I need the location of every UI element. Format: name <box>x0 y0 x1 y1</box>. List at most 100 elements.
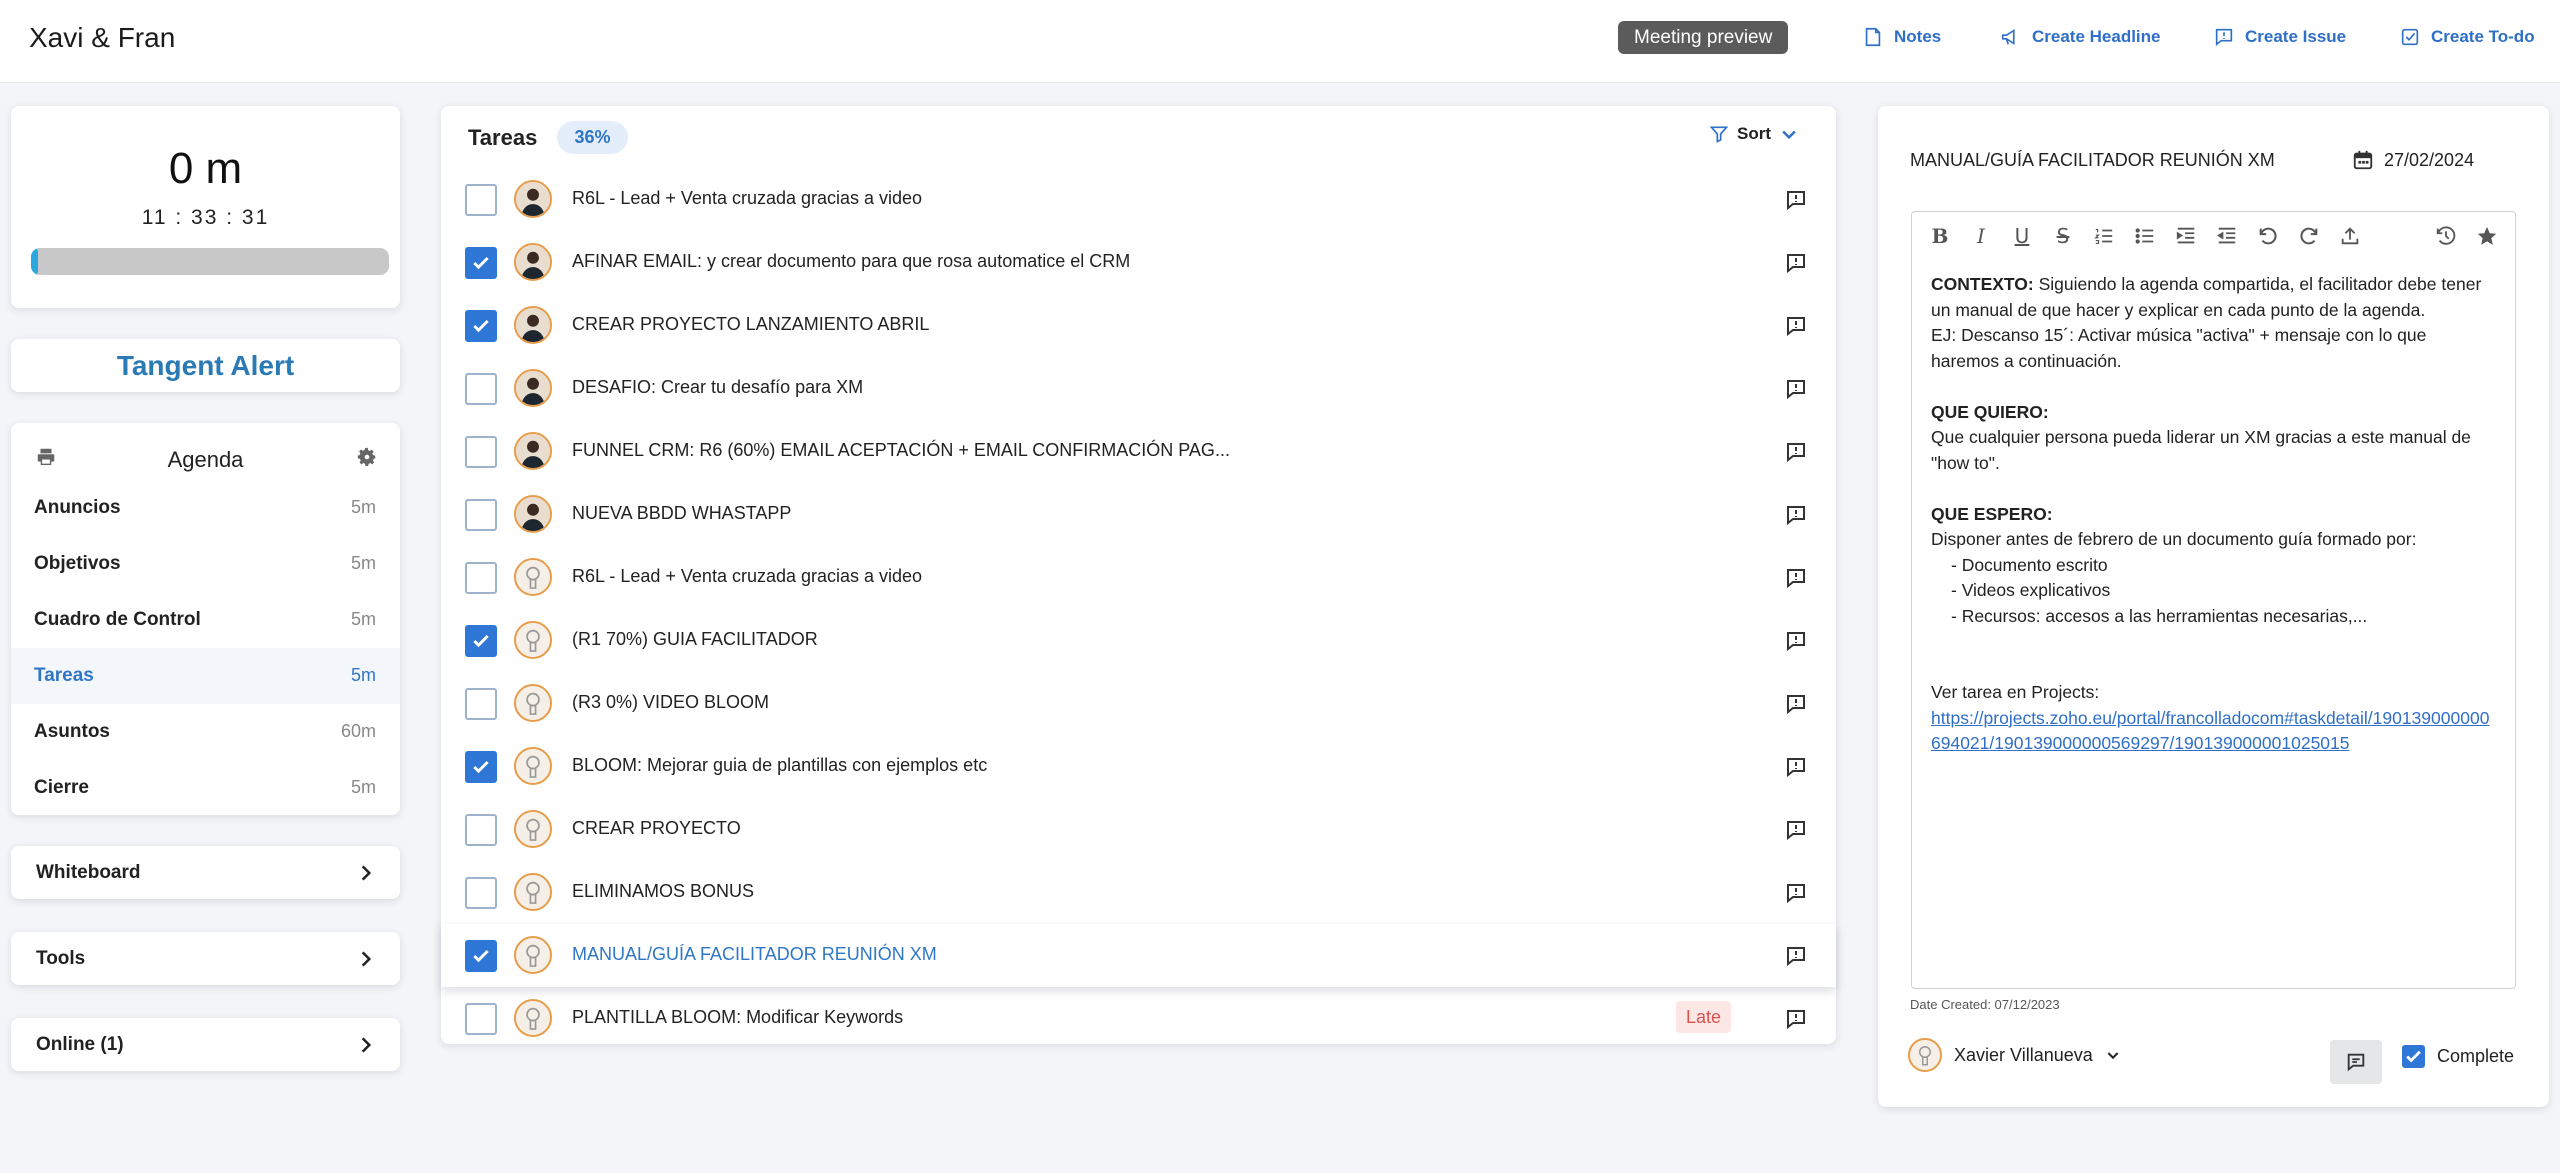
redo-button[interactable] <box>2297 224 2321 248</box>
create-issue-icon[interactable] <box>1784 314 1808 338</box>
create-issue-icon[interactable] <box>1784 629 1808 653</box>
agenda-item-objetivos[interactable]: Objetivos 5m <box>11 536 400 592</box>
complete-checkbox[interactable]: Complete <box>2402 1045 2514 1068</box>
redo-icon <box>2300 227 2318 245</box>
create-issue-icon[interactable] <box>1784 881 1808 905</box>
comment-button[interactable] <box>2330 1040 2382 1084</box>
outdent-button[interactable] <box>2215 224 2239 248</box>
assignee-dropdown[interactable]: Xavier Villanueva <box>1908 1038 2121 1072</box>
task-checkbox[interactable] <box>465 373 497 405</box>
task-row[interactable]: PLANTILLA BLOOM: Modificar Keywords Late <box>441 987 1836 1050</box>
create-issue-icon[interactable] <box>1784 251 1808 275</box>
create-issue-button[interactable]: Create Issue <box>2213 26 2346 48</box>
indent-button[interactable] <box>2174 224 2198 248</box>
bold-button[interactable]: B <box>1928 224 1952 248</box>
italic-button[interactable]: I <box>1969 224 1993 248</box>
history-icon <box>2436 226 2456 245</box>
agenda-item-cuadro-de-control[interactable]: Cuadro de Control 5m <box>11 592 400 648</box>
task-label: R6L - Lead + Venta cruzada gracias a vid… <box>572 566 923 586</box>
avatar <box>514 369 552 407</box>
create-issue-icon[interactable] <box>1784 944 1808 968</box>
create-issue-icon[interactable] <box>1784 1007 1808 1031</box>
task-row[interactable]: BLOOM: Mejorar guia de plantillas con ej… <box>441 735 1836 798</box>
task-checkbox[interactable] <box>465 625 497 657</box>
create-issue-icon[interactable] <box>1784 503 1808 527</box>
example-paragraph: EJ: Descanso 15´: Activar música "activa… <box>1931 325 2427 371</box>
create-issue-icon[interactable] <box>1784 755 1808 779</box>
agenda-item-time: 5m <box>350 553 376 573</box>
star-button[interactable] <box>2475 224 2499 248</box>
agenda-item-asuntos[interactable]: Asuntos 60m <box>11 704 400 760</box>
task-checkbox[interactable] <box>465 1003 497 1035</box>
espero-heading-text: QUE ESPERO: <box>1931 503 2053 524</box>
upload-button[interactable] <box>2338 224 2362 248</box>
create-issue-icon[interactable] <box>1784 692 1808 716</box>
task-row[interactable]: CREAR PROYECTO LANZAMIENTO ABRIL <box>441 294 1836 357</box>
agenda-item-tareas[interactable]: Tareas 5m <box>11 648 400 704</box>
task-checkbox[interactable] <box>465 877 497 909</box>
task-checkbox[interactable] <box>465 247 497 279</box>
task-row[interactable]: (R3 0%) VIDEO BLOOM <box>441 672 1836 735</box>
agenda-item-cierre[interactable]: Cierre 5m <box>11 760 400 816</box>
task-checkbox[interactable] <box>465 814 497 846</box>
create-issue-icon[interactable] <box>1784 377 1808 401</box>
task-label: DESAFIO: Crear tu desafío para XM <box>572 377 864 397</box>
bullet-list-button[interactable] <box>2133 224 2157 248</box>
gear-icon[interactable] <box>356 446 378 468</box>
task-checkbox[interactable] <box>465 562 497 594</box>
history-button[interactable] <box>2434 224 2458 248</box>
online-section[interactable]: Online (1) <box>11 1018 400 1071</box>
online-label: Online (1) <box>36 1034 124 1055</box>
chevron-right-icon <box>361 951 372 967</box>
ordered-list-button[interactable] <box>2092 224 2116 248</box>
task-row[interactable]: R6L - Lead + Venta cruzada gracias a vid… <box>441 168 1836 231</box>
due-date-picker[interactable]: 27/02/2024 <box>2352 149 2474 171</box>
task-row[interactable]: FUNNEL CRM: R6 (60%) EMAIL ACEPTACIÓN + … <box>441 420 1836 483</box>
agenda-item-label: Tareas <box>34 665 94 686</box>
bullet-item: - Videos explicativos <box>1951 580 2111 600</box>
task-row[interactable]: AFINAR EMAIL: y crear documento para que… <box>441 231 1836 294</box>
task-checkbox[interactable] <box>465 499 497 531</box>
outdent-icon <box>2217 227 2236 244</box>
meeting-preview-button[interactable]: Meeting preview <box>1618 21 1789 54</box>
task-checkbox[interactable] <box>465 310 497 342</box>
task-label: CREAR PROYECTO LANZAMIENTO ABRIL <box>572 314 930 334</box>
create-todo-button[interactable]: Create To-do <box>2399 26 2535 48</box>
task-row[interactable]: R6L - Lead + Venta cruzada gracias a vid… <box>441 546 1836 609</box>
task-checkbox[interactable] <box>465 751 497 783</box>
task-checkbox[interactable] <box>465 184 497 216</box>
create-issue-icon[interactable] <box>1784 188 1808 212</box>
task-row[interactable]: (R1 70%) GUIA FACILITADOR <box>441 609 1836 672</box>
tools-section[interactable]: Tools <box>11 932 400 985</box>
whiteboard-section[interactable]: Whiteboard <box>11 846 400 899</box>
task-checkbox[interactable] <box>465 436 497 468</box>
sort-button[interactable]: Sort <box>1709 124 1799 144</box>
create-issue-icon[interactable] <box>1784 566 1808 590</box>
task-row[interactable]: ELIMINAMOS BONUS <box>441 861 1836 924</box>
tangent-alert-button[interactable]: Tangent Alert <box>11 339 400 392</box>
avatar <box>514 306 552 344</box>
notes-button[interactable]: Notes <box>1862 26 1941 48</box>
task-row[interactable]: DESAFIO: Crear tu desafío para XM <box>441 357 1836 420</box>
task-row[interactable]: MANUAL/GUÍA FACILITADOR REUNIÓN XM <box>441 924 1836 987</box>
task-notes-editor[interactable]: B I U S CONTEXTO: Siguiendo la agenda co… <box>1911 211 2516 989</box>
task-label: FUNNEL CRM: R6 (60%) EMAIL ACEPTACIÓN + … <box>572 440 1230 460</box>
undo-button[interactable] <box>2256 224 2280 248</box>
projects-link[interactable]: https://projects.zoho.eu/portal/francoll… <box>1931 708 2489 754</box>
create-issue-icon[interactable] <box>1784 440 1808 464</box>
create-headline-button[interactable]: Create Headline <box>2000 26 2161 48</box>
underline-button[interactable]: U <box>2010 224 2034 248</box>
filter-icon <box>1709 126 1729 143</box>
agenda-item-anuncios[interactable]: Anuncios 5m <box>11 480 400 536</box>
task-checkbox[interactable] <box>465 688 497 720</box>
task-checkbox[interactable] <box>465 940 497 972</box>
task-row[interactable]: NUEVA BBDD WHASTAPP <box>441 483 1836 546</box>
espero-heading: QUE ESPERO: <box>1931 502 2499 528</box>
task-row[interactable]: CREAR PROYECTO <box>441 798 1836 861</box>
editor-content[interactable]: CONTEXTO: Siguiendo la agenda compartida… <box>1931 272 2499 757</box>
assignee-name: Xavier Villanueva <box>1954 1044 2093 1065</box>
task-detail-title[interactable]: MANUAL/GUÍA FACILITADOR REUNIÓN XM <box>1910 150 2275 171</box>
strikethrough-button[interactable]: S <box>2051 224 2075 248</box>
create-issue-icon[interactable] <box>1784 818 1808 842</box>
